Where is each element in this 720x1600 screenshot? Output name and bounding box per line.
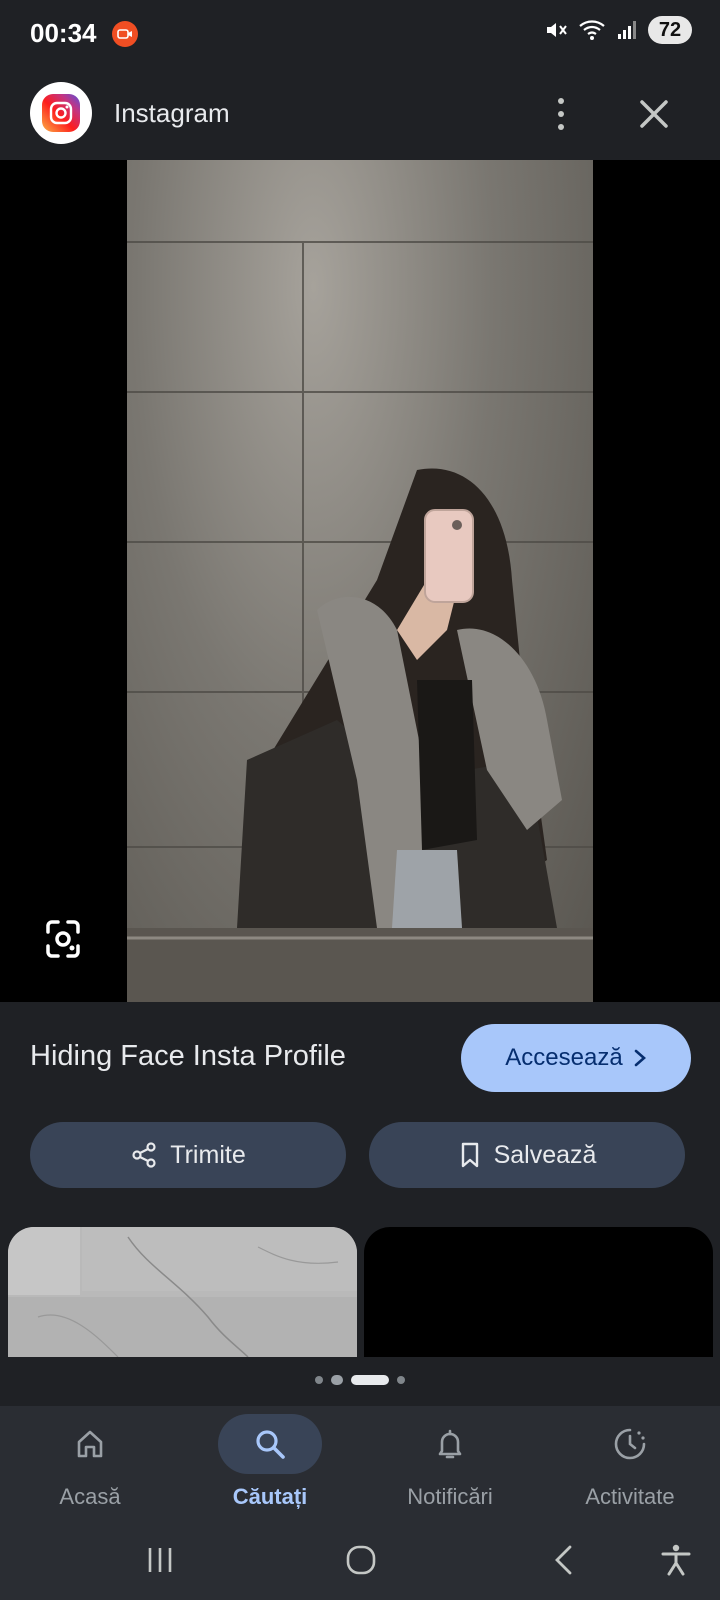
- battery-indicator: 72: [648, 16, 692, 44]
- page-dot: [331, 1375, 343, 1385]
- nav-item-notifications[interactable]: Notificări: [360, 1406, 540, 1520]
- result-title: Hiding Face Insta Profile: [30, 1040, 346, 1072]
- home-icon: [38, 1414, 142, 1474]
- visit-button-label: Accesează: [505, 1044, 623, 1071]
- home-button-icon[interactable]: [341, 1540, 381, 1580]
- nav-item-search[interactable]: Căutați: [180, 1406, 360, 1520]
- result-image[interactable]: [127, 160, 593, 1002]
- search-icon: [218, 1414, 322, 1474]
- chevron-right-icon: [634, 1049, 646, 1067]
- related-thumbnail[interactable]: [364, 1227, 713, 1357]
- save-button-label: Salvează: [493, 1140, 597, 1169]
- status-bar: 00:34 72: [0, 0, 720, 68]
- visit-button[interactable]: Accesează: [461, 1024, 691, 1092]
- share-icon: [132, 1142, 156, 1168]
- system-nav-bar: [0, 1520, 720, 1600]
- nav-label: Acasă: [59, 1484, 121, 1509]
- status-time: 00:34: [30, 18, 97, 48]
- nav-item-activity[interactable]: Activitate: [540, 1406, 720, 1520]
- bell-icon: [398, 1414, 502, 1474]
- image-preview[interactable]: [0, 160, 720, 1002]
- recents-icon[interactable]: [140, 1540, 180, 1580]
- page-indicator: [0, 1374, 720, 1386]
- nav-label: Căutați: [232, 1484, 308, 1509]
- share-button-label: Trimite: [170, 1140, 246, 1169]
- back-icon[interactable]: [544, 1540, 584, 1580]
- bookmark-icon: [461, 1142, 478, 1168]
- signal-icon: [618, 21, 636, 39]
- source-title[interactable]: Instagram: [114, 98, 230, 129]
- bottom-nav: Acasă Căutați Notificări Activitate: [0, 1406, 720, 1520]
- status-icons: 72: [544, 16, 692, 44]
- wifi-icon: [579, 20, 605, 40]
- page-dot: [315, 1376, 323, 1384]
- share-button[interactable]: Trimite: [30, 1122, 346, 1188]
- mute-icon: [547, 23, 567, 37]
- nav-item-home[interactable]: Acasă: [0, 1406, 180, 1520]
- accessibility-icon[interactable]: [656, 1540, 696, 1580]
- more-vert-icon[interactable]: [546, 92, 576, 136]
- page-dot: [397, 1376, 405, 1384]
- header: Instagram: [0, 68, 720, 160]
- screen-record-icon: [112, 21, 138, 47]
- nav-label: Activitate: [585, 1484, 675, 1509]
- close-icon[interactable]: [634, 94, 674, 134]
- related-thumbnail[interactable]: [8, 1227, 357, 1357]
- page-dot-active: [351, 1375, 389, 1385]
- activity-icon: [578, 1414, 682, 1474]
- google-lens-icon[interactable]: [40, 916, 86, 962]
- instagram-logo[interactable]: [30, 82, 92, 144]
- nav-label: Notificări: [407, 1484, 493, 1509]
- save-button[interactable]: Salvează: [369, 1122, 685, 1188]
